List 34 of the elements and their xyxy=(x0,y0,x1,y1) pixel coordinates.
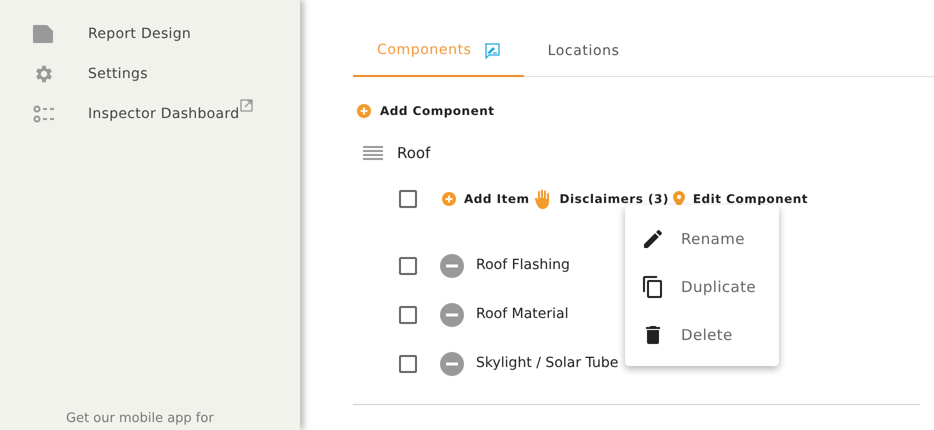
tab[interactable]: Locations xyxy=(524,40,644,76)
item-name: Roof Flashing xyxy=(476,256,570,275)
menu-item[interactable]: Rename xyxy=(625,215,779,263)
checkbox[interactable] xyxy=(399,354,417,372)
checkbox[interactable] xyxy=(399,190,417,208)
pencil-icon xyxy=(641,227,665,251)
document-icon xyxy=(33,25,53,43)
mobile-app-text: Get our mobile app for xyxy=(65,410,215,428)
add-item-button[interactable]: Add Item xyxy=(442,190,530,208)
sidebar-item-label[interactable]: Inspector Dashboard xyxy=(88,104,240,124)
menu-item[interactable]: Duplicate xyxy=(625,263,779,311)
menu-item[interactable]: Delete xyxy=(625,311,779,359)
external-link-icon[interactable] xyxy=(240,99,254,112)
hand-icon xyxy=(534,188,552,208)
add-icon xyxy=(442,192,456,206)
sidebar-item-label[interactable]: Report Design xyxy=(88,24,192,44)
remove-icon[interactable] xyxy=(440,352,464,376)
disclaimers-button[interactable]: Disclaimers (3) xyxy=(534,188,669,208)
item-name: Skylight / Solar Tube xyxy=(476,354,618,373)
checkbox[interactable] xyxy=(399,256,417,274)
list-icon xyxy=(33,105,55,123)
component-name: Roof xyxy=(397,143,430,164)
drag-handle-icon[interactable] xyxy=(363,146,383,160)
location-pin-icon xyxy=(672,190,685,206)
add-component-button[interactable]: Add Component xyxy=(357,102,494,120)
add-icon xyxy=(357,104,371,118)
edit-component-button[interactable]: Edit Component xyxy=(672,190,808,208)
sidebar-item-label[interactable]: Settings xyxy=(88,64,148,84)
remove-icon[interactable] xyxy=(440,254,464,278)
copy-icon xyxy=(641,275,665,299)
signature-icon xyxy=(484,42,500,58)
item-name: Roof Material xyxy=(476,305,568,324)
checkbox[interactable] xyxy=(399,306,417,324)
remove-icon[interactable] xyxy=(440,302,464,326)
